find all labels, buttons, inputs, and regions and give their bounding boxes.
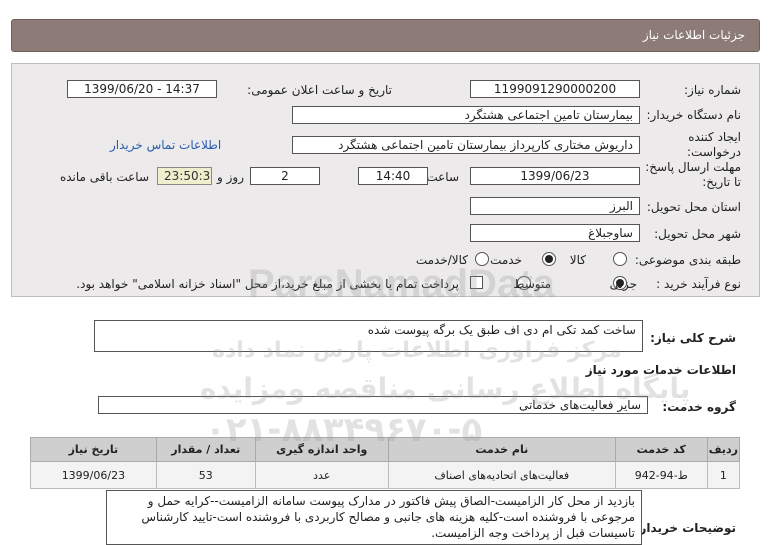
buyer-field[interactable]: بیمارستان تامین اجتماعی هشتگرد — [292, 106, 640, 124]
col-service-code: کد خدمت — [614, 437, 708, 462]
need-details-panel: شماره نیاز: 1199091290000200 تاریخ و ساع… — [11, 63, 760, 297]
service-group-label: گروه خدمت: — [662, 400, 736, 414]
services-title: اطلاعات خدمات مورد نیاز — [585, 363, 736, 377]
process-option-medium: متوسط — [513, 277, 551, 291]
deadline-time-field[interactable]: 14:40 — [358, 167, 428, 185]
services-section: شرح کلی نیاز: ساخت کمد تکی ام دی اف طبق … — [0, 305, 770, 545]
cell-need-date: 1399/06/23 — [30, 461, 157, 489]
province-label: استان محل تحویل: — [646, 200, 741, 214]
col-service-name: نام خدمت — [387, 437, 616, 462]
treasury-payment-note: پرداخت تمام یا بخشی از مبلغ خرید،از محل … — [76, 277, 459, 291]
cell-service-name: فعالیت‌های اتحادیه‌های اصناف — [387, 461, 616, 489]
remaining-time-field: 23:50:37 — [157, 167, 212, 185]
page-header: جزئیات اطلاعات نیاز — [11, 19, 760, 52]
creator-field[interactable]: داریوش مختاری کارپرداز بیمارستان تامین ا… — [292, 136, 640, 154]
buyer-label: نام دستگاه خریدار: — [646, 108, 742, 122]
category-radio-goods-service[interactable] — [475, 252, 489, 266]
col-need-date: تاریخ نیاز — [30, 437, 157, 462]
table-header-row: ردیف کد خدمت نام خدمت واحد اندازه گیری ت… — [30, 437, 741, 462]
col-quantity: تعداد / مقدار — [155, 437, 256, 462]
announce-field[interactable]: 1399/06/20 - 14:37 — [67, 80, 217, 98]
category-option-goods-service: کالا/خدمت — [415, 253, 468, 267]
deadline-label-top: مهلت ارسال پاسخ: — [645, 160, 741, 174]
summary-field[interactable]: ساخت کمد تکی ام دی اف طبق یک برگه پیوست … — [94, 320, 643, 352]
process-label: نوع فرآیند خرید : — [656, 277, 741, 291]
category-radio-goods[interactable] — [613, 252, 627, 266]
col-unit: واحد اندازه گیری — [254, 437, 389, 462]
category-radio-service[interactable] — [542, 252, 556, 266]
services-table: ردیف کد خدمت نام خدمت واحد اندازه گیری ت… — [30, 437, 741, 489]
creator-label-bottom: درخواست: — [687, 145, 741, 159]
cell-quantity: 53 — [155, 461, 256, 489]
deadline-label-bottom: تا تاریخ: — [702, 175, 741, 189]
creator-label-top: ایجاد کننده — [688, 130, 741, 144]
col-row: ردیف — [706, 437, 741, 462]
deadline-time-label: ساعت — [426, 170, 459, 184]
buyer-notes-label: توضیحات خریدار: — [634, 521, 736, 535]
city-field[interactable]: ساوجبلاغ — [470, 224, 640, 242]
remaining-label: ساعت باقی مانده — [59, 170, 149, 184]
category-option-goods: کالا — [569, 253, 586, 267]
category-label: طبقه بندی موضوعی: — [634, 253, 741, 267]
city-label: شهر محل تحویل: — [654, 227, 741, 241]
summary-label: شرح کلی نیاز: — [650, 331, 736, 345]
category-option-service: خدمت — [490, 253, 522, 267]
days-label: روز و — [217, 170, 244, 184]
buyer-notes-field[interactable]: بازدید از محل کار الزامیست-الصاق پیش فاک… — [106, 490, 642, 545]
cell-row: 1 — [706, 461, 741, 489]
days-field[interactable]: 2 — [250, 167, 320, 185]
need-number-label: شماره نیاز: — [684, 83, 741, 97]
treasury-payment-checkbox[interactable] — [470, 276, 483, 289]
service-group-field[interactable]: سایر فعالیت‌های خدماتی — [98, 396, 648, 414]
cell-service-code: ط-94-942 — [614, 461, 708, 489]
deadline-date-field[interactable]: 1399/06/23 — [470, 167, 640, 185]
buyer-contact-link[interactable]: اطلاعات تماس خریدار — [110, 138, 221, 152]
table-row[interactable]: 1 ط-94-942 فعالیت‌های اتحادیه‌های اصناف … — [30, 461, 741, 489]
province-field[interactable]: البرز — [470, 197, 640, 215]
need-number-field[interactable]: 1199091290000200 — [470, 80, 640, 98]
announce-label: تاریخ و ساعت اعلان عمومی: — [247, 83, 392, 97]
cell-unit: عدد — [254, 461, 389, 489]
page-title: جزئیات اطلاعات نیاز — [642, 28, 745, 42]
process-option-minor: جزیی — [609, 277, 637, 291]
